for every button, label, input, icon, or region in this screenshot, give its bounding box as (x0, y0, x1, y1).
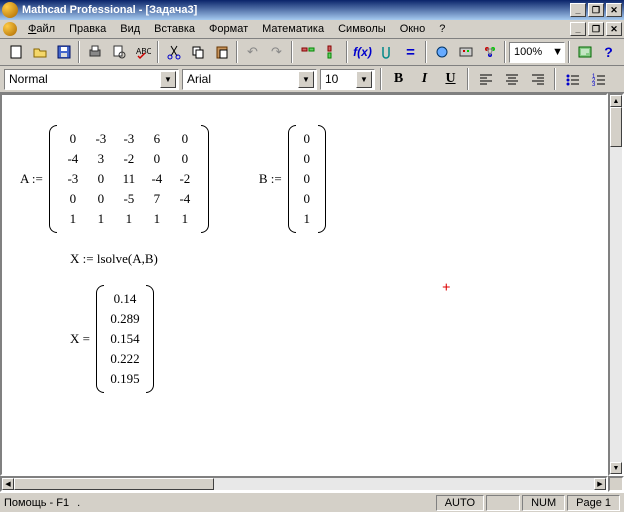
menu-symbols[interactable]: Символы (331, 21, 393, 37)
help-button[interactable]: ? (597, 41, 620, 63)
print-preview-button[interactable] (107, 41, 130, 63)
underline-button[interactable]: U (439, 68, 462, 90)
style-combo[interactable]: Normal▼ (4, 69, 179, 90)
doc-icon (3, 22, 17, 36)
align-left-button[interactable] (474, 68, 497, 90)
menu-help[interactable]: ? (432, 21, 452, 37)
open-button[interactable] (28, 41, 51, 63)
resource-button[interactable] (573, 41, 596, 63)
menu-insert[interactable]: Вставка (147, 21, 202, 37)
close-button[interactable]: ✕ (606, 3, 622, 17)
equation-x-def: X := lsolve(A,B) (70, 251, 588, 267)
menu-file[interactable]: Файл (21, 21, 62, 37)
fx-button[interactable]: f(x) (351, 41, 374, 63)
run-button[interactable] (478, 41, 501, 63)
minimize-button[interactable]: _ (570, 3, 586, 17)
zoom-combo[interactable]: 100%▼ (509, 42, 565, 63)
italic-button[interactable]: I (413, 68, 436, 90)
menu-math[interactable]: Математика (255, 21, 331, 37)
calculate-button[interactable]: = (399, 41, 422, 63)
vertical-scrollbar[interactable]: ▲ ▼ (608, 93, 624, 476)
align-right-button[interactable] (526, 68, 549, 90)
align-center-button[interactable] (500, 68, 523, 90)
matrix-x: 0.140.2890.1540.2220.195 (96, 285, 154, 393)
print-button[interactable] (83, 41, 106, 63)
workspace: A := 0-3-360-43-200-3011-4-200-57-411111… (0, 93, 624, 476)
standard-toolbar: ABC ↶ ↷ f(x) = 100%▼ ? (0, 39, 624, 66)
status-bar: Помощь - F1 . AUTO NUM Page 1 (0, 492, 624, 512)
title-bar: Mathcad Professional - [Задача3] _ ❐ ✕ (0, 0, 624, 20)
font-combo[interactable]: Arial▼ (182, 69, 317, 90)
b-label: B := (259, 171, 282, 187)
align-button[interactable] (296, 41, 319, 63)
size-combo[interactable]: 10▼ (320, 69, 375, 90)
horizontal-scrollbar[interactable]: ◀ ▶ (0, 476, 608, 492)
mdi-minimize-button[interactable]: _ (570, 22, 586, 36)
numbering-button[interactable]: 123 (587, 68, 610, 90)
undo-button[interactable]: ↶ (241, 41, 264, 63)
window-title: Mathcad Professional - [Задача3] (22, 4, 568, 16)
copy-button[interactable] (186, 41, 209, 63)
new-button[interactable] (4, 41, 27, 63)
maximize-button[interactable]: ❐ (588, 3, 604, 17)
status-page: Page 1 (567, 495, 620, 511)
matrix-b: 00001 (288, 125, 326, 233)
component-button[interactable] (454, 41, 477, 63)
format-toolbar: Normal▼ Arial▼ 10▼ B I U 123 (0, 66, 624, 93)
hyperlink-icon[interactable] (430, 41, 453, 63)
equation-x-result: X = 0.140.2890.1540.2220.195 (70, 285, 588, 393)
align-v-button[interactable] (320, 41, 343, 63)
menu-bar: Файл Правка Вид Вставка Формат Математик… (0, 20, 624, 39)
paste-button[interactable] (210, 41, 233, 63)
x-label: X = (70, 331, 90, 347)
matrix-a: 0-3-360-43-200-3011-4-200-57-411111 (49, 125, 209, 233)
menu-view[interactable]: Вид (113, 21, 147, 37)
menu-edit[interactable]: Правка (62, 21, 113, 37)
menu-format[interactable]: Формат (202, 21, 255, 37)
status-num: NUM (522, 495, 565, 511)
document-area[interactable]: A := 0-3-360-43-200-3011-4-200-57-411111… (0, 93, 608, 476)
units-button[interactable] (375, 41, 398, 63)
spellcheck-button[interactable]: ABC (131, 41, 154, 63)
mdi-close-button[interactable]: ✕ (606, 22, 622, 36)
svg-text:3: 3 (592, 82, 596, 87)
status-auto: AUTO (436, 495, 484, 511)
bold-button[interactable]: B (387, 68, 410, 90)
crosshair-cursor: + (442, 280, 451, 297)
cut-button[interactable] (162, 41, 185, 63)
menu-window[interactable]: Окно (393, 21, 433, 37)
equation-a-b: A := 0-3-360-43-200-3011-4-200-57-411111… (20, 125, 588, 233)
status-help: Помощь - F1 (4, 497, 69, 509)
redo-button[interactable]: ↷ (265, 41, 288, 63)
app-icon (2, 2, 18, 18)
bullets-button[interactable] (561, 68, 584, 90)
mdi-restore-button[interactable]: ❐ (588, 22, 604, 36)
a-label: A := (20, 171, 43, 187)
save-button[interactable] (52, 41, 75, 63)
